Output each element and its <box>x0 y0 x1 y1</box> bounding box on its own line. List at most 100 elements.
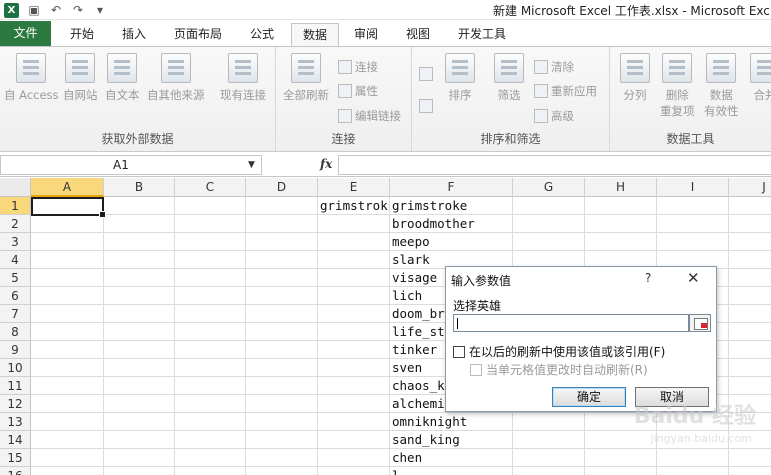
sort-icon <box>445 53 475 83</box>
filter-button[interactable]: 筛选 <box>494 53 524 103</box>
help-icon[interactable]: ? <box>645 271 651 285</box>
close-icon[interactable]: ✕ <box>687 269 700 287</box>
customize-icon[interactable]: ▾ <box>93 3 107 17</box>
ok-button[interactable]: 确定 <box>552 387 626 407</box>
gridline-vertical <box>174 197 175 475</box>
cell-f3[interactable]: meepo <box>390 233 513 251</box>
insert-function-icon[interactable]: fx <box>320 157 332 171</box>
tab-page-layout[interactable]: 页面布局 <box>166 23 230 46</box>
undo-icon[interactable]: ↶ <box>49 3 63 17</box>
sort-za-icon <box>419 99 433 113</box>
cell-f14[interactable]: sand_king <box>390 431 513 449</box>
parameter-value-input[interactable] <box>453 314 689 332</box>
group-label-data-tools: 数据工具 <box>666 132 715 146</box>
formula-input[interactable] <box>338 155 771 175</box>
row-header-12[interactable]: 12 <box>0 395 31 413</box>
access-icon <box>16 53 47 83</box>
from-access-button[interactable]: 自 Access <box>4 53 59 103</box>
column-header-g[interactable]: G <box>513 178 585 197</box>
cell-f15[interactable]: chen <box>390 449 513 467</box>
row-header-4[interactable]: 4 <box>0 251 31 269</box>
auto-refresh-checkbox <box>470 363 482 376</box>
tab-view[interactable]: 视图 <box>398 23 438 46</box>
tab-data[interactable]: 数据 <box>291 23 339 46</box>
group-connections: 全部刷新 连接 属性 编辑链接 连接 <box>276 47 412 151</box>
column-header-i[interactable]: I <box>657 178 729 197</box>
column-header-c[interactable]: C <box>175 178 246 197</box>
clear-button[interactable]: 清除 <box>534 59 574 75</box>
formula-bar: A1 ▼ fx <box>0 153 771 177</box>
row-header-11[interactable]: 11 <box>0 377 31 395</box>
tab-file[interactable]: 文件 <box>0 21 51 46</box>
row-header-9[interactable]: 9 <box>0 341 31 359</box>
remove-duplicates-button[interactable]: 删除 重复项 <box>660 53 695 119</box>
cell-f2[interactable]: broodmother <box>390 215 513 233</box>
column-header-d[interactable]: D <box>246 178 318 197</box>
select-all-corner[interactable] <box>0 178 31 197</box>
group-label-sort-filter: 排序和筛选 <box>480 132 541 146</box>
column-header-b[interactable]: B <box>104 178 175 197</box>
ribbon: 自 Access 自网站 自文本 自其他来源 现有连接 获取外部数据 全部刷新 … <box>0 46 771 152</box>
row-header-15[interactable]: 15 <box>0 449 31 467</box>
row-header-2[interactable]: 2 <box>0 215 31 233</box>
tab-formulas[interactable]: 公式 <box>240 23 284 46</box>
consolidate-button[interactable]: 合并 <box>750 53 771 103</box>
tab-review[interactable]: 审阅 <box>346 23 386 46</box>
properties-button[interactable]: 属性 <box>338 83 378 99</box>
from-web-button[interactable]: 自网站 <box>63 53 98 103</box>
row-header-13[interactable]: 13 <box>0 413 31 431</box>
reapply-button[interactable]: 重新应用 <box>534 83 597 99</box>
row-header-7[interactable]: 7 <box>0 305 31 323</box>
group-get-external-data: 自 Access 自网站 自文本 自其他来源 现有连接 获取外部数据 <box>0 47 276 151</box>
connections-button[interactable]: 连接 <box>338 59 378 75</box>
row-header-3[interactable]: 3 <box>0 233 31 251</box>
tab-home[interactable]: 开始 <box>60 23 104 46</box>
cell-f13[interactable]: omniknight <box>390 413 513 431</box>
column-header-f[interactable]: F <box>390 178 513 197</box>
title-bar: X ▣ ↶ ↷ ▾ 新建 Microsoft Excel 工作表.xlsx - … <box>0 0 771 20</box>
row-header-16[interactable]: 16 <box>0 467 31 475</box>
advanced-button[interactable]: 高级 <box>534 108 574 124</box>
cell-reference-picker-icon[interactable] <box>689 314 711 332</box>
active-cell-a1[interactable] <box>31 197 106 218</box>
gridline-vertical <box>728 197 729 475</box>
data-validation-button[interactable]: 数据 有效性 <box>704 53 739 119</box>
auto-refresh-option: 当单元格值更改时自动刷新(R) <box>470 361 648 378</box>
refresh-all-button[interactable]: 全部刷新 <box>283 53 329 103</box>
row-header-14[interactable]: 14 <box>0 431 31 449</box>
row-header-1[interactable]: 1 <box>0 197 31 215</box>
save-icon[interactable]: ▣ <box>27 3 41 17</box>
column-header-j[interactable]: J <box>729 178 771 197</box>
row-header-6[interactable]: 6 <box>0 287 31 305</box>
row-header-10[interactable]: 10 <box>0 359 31 377</box>
column-header-e[interactable]: E <box>318 178 390 197</box>
text-to-columns-button[interactable]: 分列 <box>620 53 650 103</box>
group-data-tools: 分列 删除 重复项 数据 有效性 合并 数据工具 <box>610 47 771 151</box>
use-value-checkbox[interactable] <box>453 345 465 358</box>
edit-links-button[interactable]: 编辑链接 <box>338 108 401 124</box>
cell-e1[interactable]: grimstrok <box>318 197 390 215</box>
tab-developer[interactable]: 开发工具 <box>450 23 514 46</box>
row-header-5[interactable]: 5 <box>0 269 31 287</box>
row-header-8[interactable]: 8 <box>0 323 31 341</box>
tab-insert[interactable]: 插入 <box>112 23 156 46</box>
sort-button[interactable]: 排序 <box>445 53 475 103</box>
column-header-a[interactable]: A <box>31 178 104 197</box>
from-other-sources-button[interactable]: 自其他来源 <box>147 53 205 103</box>
chevron-down-icon[interactable]: ▼ <box>248 160 255 170</box>
web-icon <box>65 53 96 83</box>
cancel-button[interactable]: 取消 <box>635 387 709 407</box>
column-header-h[interactable]: H <box>585 178 657 197</box>
reapply-icon <box>534 84 548 98</box>
cell-f16[interactable]: l <box>390 467 513 475</box>
clear-filter-icon <box>534 60 548 74</box>
link-icon <box>338 109 352 123</box>
cell-f1[interactable]: grimstroke <box>390 197 513 215</box>
sort-asc-button[interactable] <box>419 67 433 81</box>
redo-icon[interactable]: ↷ <box>71 3 85 17</box>
existing-connections-button[interactable]: 现有连接 <box>220 53 266 103</box>
use-value-future-refresh-option[interactable]: 在以后的刷新中使用该值或该引用(F) <box>453 343 665 360</box>
from-text-button[interactable]: 自文本 <box>105 53 140 103</box>
sort-desc-button[interactable] <box>419 99 433 113</box>
name-box[interactable]: A1 <box>0 155 262 175</box>
